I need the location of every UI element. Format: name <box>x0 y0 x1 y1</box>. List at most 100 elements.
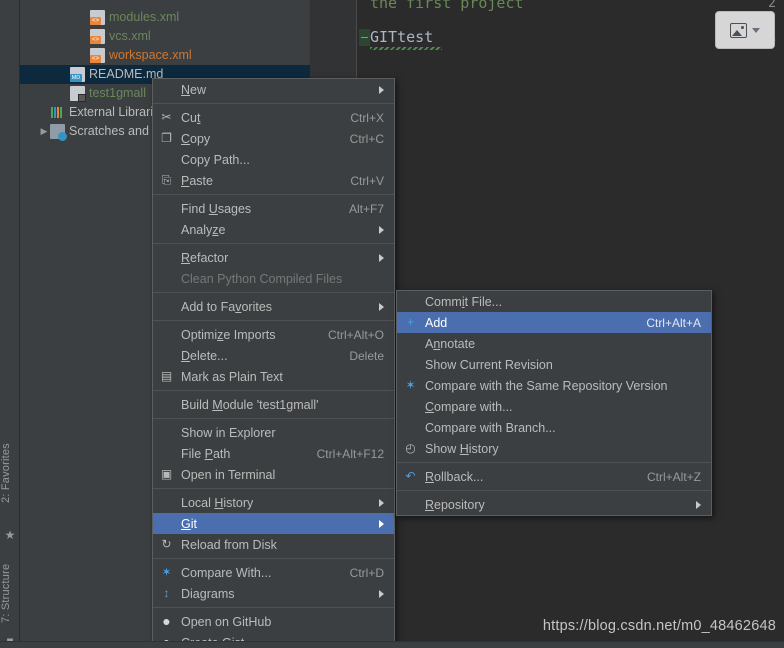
menu-item[interactable]: Commit File... <box>397 291 711 312</box>
menu-item-label: Repository <box>425 497 485 512</box>
xml-file-icon <box>90 10 105 25</box>
menu-item-label: Add <box>425 315 448 330</box>
star-icon: ★ <box>4 528 16 542</box>
menu-item[interactable]: Local History <box>153 492 394 513</box>
menu-item: Clean Python Compiled Files <box>153 268 394 289</box>
code-line[interactable]: GITtest <box>370 28 433 46</box>
tree-item-label: modules.xml <box>109 10 180 24</box>
menu-item[interactable]: Compare with... <box>397 396 711 417</box>
submenu-arrow-icon <box>379 85 384 94</box>
menu-item[interactable]: Git <box>153 513 394 534</box>
menu-item[interactable]: Compare with Branch... <box>397 417 711 438</box>
menu-separator <box>153 558 394 559</box>
chevron-down-icon[interactable] <box>752 27 760 33</box>
menu-item[interactable]: ↕ Diagrams <box>153 583 394 604</box>
menu-item-label: Find Usages <box>181 201 252 216</box>
menu-item-label: Show in Explorer <box>181 425 276 440</box>
menu-item[interactable]: Delete... Delete <box>153 345 394 366</box>
menu-item[interactable]: Copy Path... <box>153 149 394 170</box>
menu-item-label: Local History <box>181 495 254 510</box>
menu-item-shortcut: Ctrl+Alt+O <box>327 327 384 342</box>
plain-text-icon: ▤ <box>160 369 173 383</box>
menu-item[interactable]: ▣ Open in Terminal <box>153 464 394 485</box>
menu-item[interactable]: New <box>153 79 394 100</box>
menu-item[interactable]: Annotate <box>397 333 711 354</box>
menu-item[interactable]: ↶ Rollback... Ctrl+Alt+Z <box>397 466 711 487</box>
editor-preview-toolbar[interactable] <box>715 11 775 49</box>
menu-item-label: Refactor <box>181 250 229 265</box>
menu-item[interactable]: ✶ Compare with the Same Repository Versio… <box>397 375 711 396</box>
tool-window-structure[interactable]: 7: Structure <box>0 556 20 630</box>
submenu-arrow-icon <box>379 498 384 507</box>
code-line[interactable]: the first project <box>370 0 524 12</box>
menu-item[interactable]: Build Module 'test1gmall' <box>153 394 394 415</box>
reload-icon: ↻ <box>161 537 172 551</box>
menu-item-label: Show Current Revision <box>425 357 553 372</box>
submenu-arrow-icon <box>379 519 384 528</box>
menu-separator <box>153 320 394 321</box>
libraries-icon <box>50 105 65 120</box>
image-preview-icon[interactable] <box>730 22 747 38</box>
submenu-arrow-icon <box>379 589 384 598</box>
paste-icon: ⎘ <box>161 173 172 187</box>
menu-item-label: Git <box>181 516 197 531</box>
watermark-text: https://blog.csdn.net/m0_48462648 <box>542 618 776 634</box>
menu-item-label: Open in Terminal <box>181 467 276 482</box>
menu-item[interactable]: File Path Ctrl+Alt+F12 <box>153 443 394 464</box>
menu-separator <box>153 488 394 489</box>
menu-item-shortcut: Ctrl+X <box>350 110 384 125</box>
menu-item[interactable]: Find Usages Alt+F7 <box>153 198 394 219</box>
tree-item[interactable]: workspace.xml <box>20 46 310 65</box>
menu-item-shortcut: Ctrl+C <box>349 131 384 146</box>
git-submenu[interactable]: Commit File... + Add Ctrl+Alt+A Annotate Show… <box>396 290 712 516</box>
menu-item-label: New <box>181 82 207 97</box>
tree-item[interactable]: modules.xml <box>20 8 310 27</box>
cut-icon: ✂ <box>161 110 172 124</box>
menu-separator <box>153 194 394 195</box>
menu-separator <box>153 292 394 293</box>
menu-item[interactable]: Show Current Revision <box>397 354 711 375</box>
menu-item[interactable]: ❐ Copy Ctrl+C <box>153 128 394 149</box>
menu-item-shortcut: Alt+F7 <box>348 201 384 216</box>
menu-item[interactable]: ✂ Cut Ctrl+X <box>153 107 394 128</box>
tree-item[interactable]: vcs.xml <box>20 27 310 46</box>
menu-item-shortcut: Ctrl+Alt+F12 <box>316 446 384 461</box>
menu-item[interactable]: Repository <box>397 494 711 515</box>
menu-item[interactable]: Add to Favorites <box>153 296 394 317</box>
menu-item[interactable]: ◴ Show History <box>397 438 711 459</box>
terminal-icon: ▣ <box>160 467 173 481</box>
menu-separator <box>153 607 394 608</box>
compare-icon: ✶ <box>161 565 172 579</box>
expander-icon[interactable]: ▶ <box>38 126 50 137</box>
menu-item-label: Optimize Imports <box>181 327 276 342</box>
menu-item-shortcut: Ctrl+D <box>349 565 384 580</box>
rollback-icon: ↶ <box>405 469 416 483</box>
menu-item[interactable]: + Add Ctrl+Alt+A <box>397 312 711 333</box>
menu-item-label: Diagrams <box>181 586 235 601</box>
fold-marker[interactable] <box>359 29 370 46</box>
tree-item-label: vcs.xml <box>109 29 151 43</box>
menu-item-shortcut: Delete <box>349 348 384 363</box>
line-number: 2 <box>768 0 776 11</box>
spellcheck-squiggle <box>370 47 442 50</box>
menu-item[interactable]: ↻ Reload from Disk <box>153 534 394 555</box>
menu-item[interactable]: ⎘ Paste Ctrl+V <box>153 170 394 191</box>
tree-item-label: workspace.xml <box>109 48 192 62</box>
menu-item-label: Compare with... <box>425 399 513 414</box>
menu-item[interactable]: Optimize Imports Ctrl+Alt+O <box>153 324 394 345</box>
tool-window-favorites[interactable]: 2: Favorites <box>0 438 20 508</box>
submenu-arrow-icon <box>379 302 384 311</box>
xml-file-icon <box>90 29 105 44</box>
menu-item[interactable]: Show in Explorer <box>153 422 394 443</box>
menu-item-label: Copy Path... <box>181 152 250 167</box>
menu-item[interactable]: Refactor <box>153 247 394 268</box>
menu-item[interactable]: ✶ Compare With... Ctrl+D <box>153 562 394 583</box>
context-menu[interactable]: New ✂ Cut Ctrl+X ❐ Copy Ctrl+C Copy Path... ⎘ Pas… <box>152 78 395 648</box>
menu-item[interactable]: ▤ Mark as Plain Text <box>153 366 394 387</box>
menu-item-label: Add to Favorites <box>181 299 273 314</box>
menu-item-label: Cut <box>181 110 201 125</box>
copy-icon: ❐ <box>161 131 172 145</box>
menu-separator <box>397 462 711 463</box>
menu-item[interactable]: ● Open on GitHub <box>153 611 394 632</box>
menu-item[interactable]: Analyze <box>153 219 394 240</box>
